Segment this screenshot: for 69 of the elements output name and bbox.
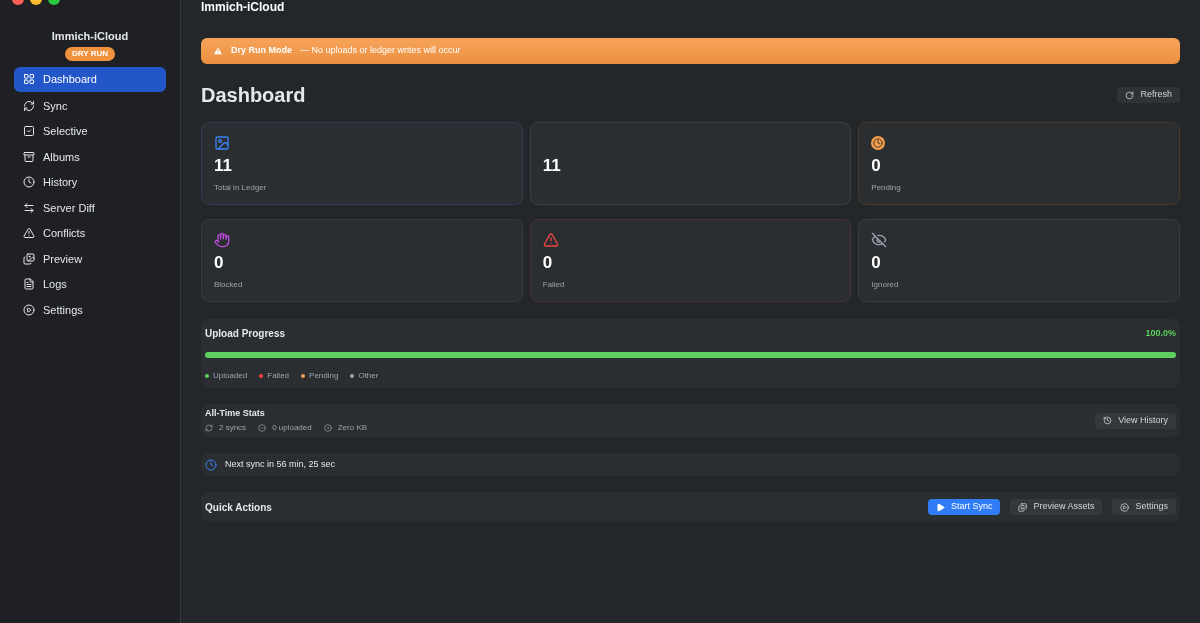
stat-value: 11 xyxy=(542,155,562,177)
history-icon xyxy=(1103,416,1113,425)
refresh-button[interactable]: Refresh xyxy=(1117,87,1180,103)
sync-icon xyxy=(23,99,35,112)
grid-icon xyxy=(23,73,35,85)
banner-message: — No uploads or ledger writes will occur xyxy=(300,44,461,58)
document-icon xyxy=(23,278,35,291)
stat-label: Pending xyxy=(871,181,902,194)
warning-icon xyxy=(542,232,559,248)
app-name: Immich-iCloud xyxy=(51,29,129,44)
stat-value: 0 xyxy=(542,252,554,274)
panel-title: All-Time Stats xyxy=(205,406,266,420)
stat-value: 11 xyxy=(214,155,233,177)
legend-label: Failed xyxy=(267,370,290,382)
stat-value: 0 xyxy=(214,252,225,274)
stat-value: 0 xyxy=(871,252,882,274)
banner-title: Dry Run Mode xyxy=(231,44,292,58)
box-icon xyxy=(23,150,35,163)
dry-run-badge: DRY RUN xyxy=(65,46,115,61)
stat-label: Ignored xyxy=(871,278,900,291)
stat-text: 2 syncs xyxy=(219,422,247,435)
eye-off-icon xyxy=(871,232,888,248)
play-circle-icon xyxy=(23,303,35,316)
action-button[interactable]: Preview Assets xyxy=(1010,499,1103,515)
disk-icon xyxy=(323,424,332,433)
sidebar-item[interactable]: Logs xyxy=(14,273,166,296)
action-button[interactable]: Settings xyxy=(1112,499,1176,515)
stat-label: Failed xyxy=(542,278,566,291)
check-circle-icon xyxy=(258,424,267,433)
clock-icon xyxy=(23,176,35,189)
images-icon xyxy=(1018,502,1028,512)
arrows-icon xyxy=(23,201,35,214)
clock-icon xyxy=(205,458,217,471)
warning-icon xyxy=(23,227,35,240)
sidebar-item[interactable]: History xyxy=(14,171,166,194)
stat-text: 0 uploaded xyxy=(272,422,312,435)
panel-title: Upload Progress xyxy=(205,327,286,341)
stat-label: Total in Ledger xyxy=(214,181,268,194)
sidebar-item[interactable]: Albums xyxy=(14,145,166,168)
window-title: Immich-iCloud xyxy=(201,1,285,14)
photo-icon xyxy=(214,135,230,151)
stat-text: Zero KB xyxy=(337,422,368,435)
stat-value: 0 xyxy=(871,155,882,177)
warning-icon xyxy=(213,46,223,56)
sidebar-item[interactable]: Dashboard xyxy=(14,66,166,92)
sidebar-item[interactable]: Selective xyxy=(14,120,166,143)
next-sync-text: Next sync in 56 min, 25 sec xyxy=(225,457,336,471)
hand-icon xyxy=(214,232,230,248)
action-button[interactable]: Start Sync xyxy=(927,499,1001,515)
legend-label: Uploaded xyxy=(213,370,248,382)
sidebar-item[interactable]: Settings xyxy=(14,298,166,321)
progress-percent: 100.0% xyxy=(1145,326,1176,340)
view-history-button[interactable]: View History xyxy=(1095,412,1176,429)
page-title: Dashboard xyxy=(201,83,306,108)
sidebar-item[interactable]: Sync xyxy=(14,94,166,117)
sidebar-item[interactable]: Conflicts xyxy=(14,222,166,245)
stat-label: Blocked xyxy=(214,278,244,291)
play-circle-icon xyxy=(1120,502,1130,512)
sidebar-item[interactable]: Preview xyxy=(14,247,166,270)
images-icon xyxy=(23,252,35,265)
checkbox-icon xyxy=(23,125,35,138)
play-icon xyxy=(935,502,945,512)
refresh-icon xyxy=(1125,90,1135,100)
sidebar-item[interactable]: Server Diff xyxy=(14,196,166,219)
clock-icon xyxy=(871,136,886,150)
sync-icon xyxy=(205,424,213,433)
panel-title: Quick Actions xyxy=(205,500,272,515)
legend-label: Pending xyxy=(309,370,339,382)
legend-label: Other xyxy=(358,370,379,382)
